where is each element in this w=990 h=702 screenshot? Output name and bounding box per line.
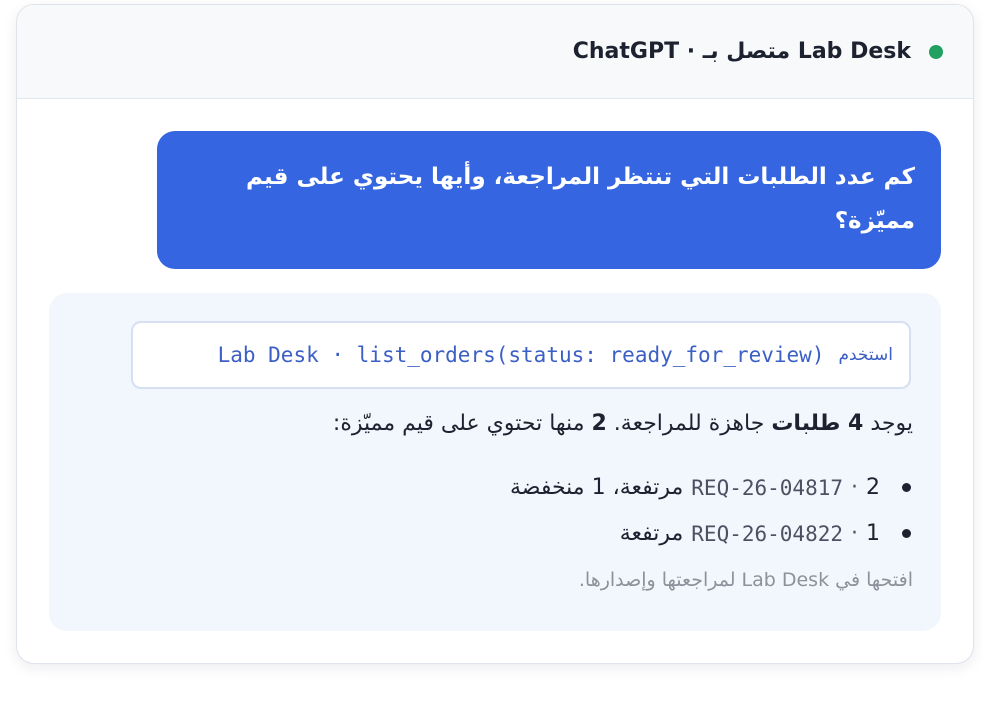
- connection-status-icon: [929, 44, 943, 59]
- list-item: مرتفعة REQ-26-04822 · 1: [620, 521, 911, 546]
- summary-post: منها تحتوي على قيم مميّزة:: [332, 411, 585, 436]
- tool-call-label: استخدم: [838, 345, 893, 365]
- reply-summary: يوجد 4 طلبات جاهزة للمراجعة. 2 منها تحتو…: [333, 411, 913, 436]
- separator: ·: [851, 521, 858, 546]
- summary-flagged: 2: [591, 411, 607, 436]
- separator: ·: [851, 475, 858, 500]
- reply-note: افتحها في Lab Desk لمراجعتها وإصدارها.: [578, 569, 913, 591]
- user-message-text: كم عدد الطلبات التي تنتظر المراجعة، وأيه…: [246, 164, 915, 234]
- user-message-bubble: كم عدد الطلبات التي تنتظر المراجعة، وأيه…: [157, 131, 941, 269]
- header-title: ChatGPT · متصل بـ Lab Desk: [572, 39, 911, 64]
- list-item: مرتفعة، 1 منخفضة REQ-26-04817 · 2: [510, 475, 911, 500]
- flag-description: مرتفعة، 1 منخفضة: [509, 475, 684, 500]
- flag-count: 2: [866, 475, 880, 500]
- chat-header: ChatGPT · متصل بـ Lab Desk: [17, 5, 973, 99]
- flag-description: مرتفعة: [619, 521, 684, 546]
- tool-call-chip[interactable]: Lab Desk · list_orders(status: ready_for…: [131, 321, 911, 389]
- flag-count: 1: [866, 521, 880, 546]
- order-id: REQ-26-04822: [691, 521, 843, 546]
- tool-call-code: Lab Desk · list_orders(status: ready_for…: [217, 343, 825, 367]
- summary-total: 4 طلبات: [771, 411, 864, 436]
- order-id: REQ-26-04817: [691, 475, 843, 500]
- bullet-icon: [902, 529, 911, 538]
- chat-window: ChatGPT · متصل بـ Lab Desk كم عدد الطلبا…: [16, 4, 974, 664]
- bullet-icon: [902, 483, 911, 492]
- summary-mid: جاهزة للمراجعة.: [613, 411, 765, 436]
- assistant-reply: Lab Desk · list_orders(status: ready_for…: [49, 293, 941, 631]
- summary-pre: يوجد: [870, 411, 913, 436]
